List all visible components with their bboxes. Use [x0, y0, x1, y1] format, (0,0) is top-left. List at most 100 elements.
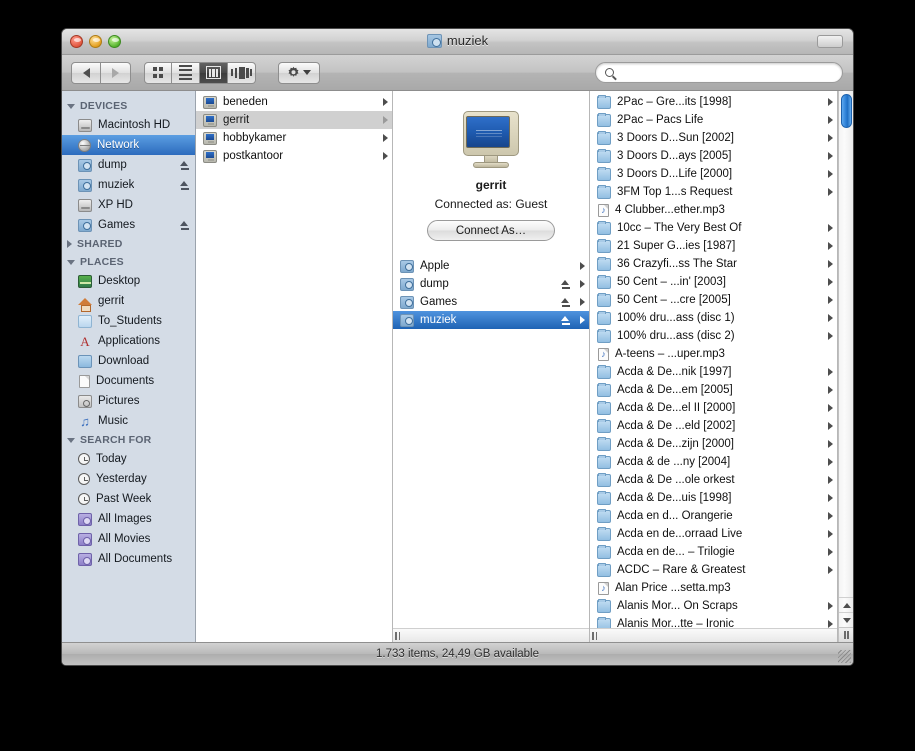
- list-item[interactable]: 50 Cent – ...in' [2003]: [590, 273, 837, 291]
- connect-as-button[interactable]: Connect As…: [427, 220, 555, 241]
- resize-corner[interactable]: [838, 650, 851, 663]
- list-item[interactable]: 2Pac – Gre...its [1998]: [590, 93, 837, 111]
- list-item[interactable]: Acda & De...nik [1997]: [590, 363, 837, 381]
- sidebar-item-all-documents[interactable]: All Documents: [62, 549, 195, 569]
- column3-rows: 2Pac – Gre...its [1998] 2Pac – Pacs Life 3…: [590, 91, 837, 642]
- eject-icon[interactable]: [180, 220, 189, 230]
- list-item[interactable]: Acda & De...el II [2000]: [590, 399, 837, 417]
- folder-icon: [597, 256, 611, 271]
- list-item[interactable]: 3 Doors D...Life [2000]: [590, 165, 837, 183]
- sidebar-item-today[interactable]: Today: [62, 449, 195, 469]
- vertical-scrollbar[interactable]: [838, 91, 853, 642]
- eject-icon[interactable]: [561, 279, 570, 289]
- forward-button[interactable]: [101, 61, 131, 84]
- list-item[interactable]: 3FM Top 1...s Request: [590, 183, 837, 201]
- icon-view-button[interactable]: [144, 61, 172, 84]
- sidebar-item-macintosh-hd[interactable]: Macintosh HD: [62, 115, 195, 135]
- list-item[interactable]: 100% dru...ass (disc 2): [590, 327, 837, 345]
- list-item[interactable]: 100% dru...ass (disc 1): [590, 309, 837, 327]
- window-titlebar[interactable]: muziek: [62, 29, 853, 55]
- sidebar-item-xp-hd[interactable]: XP HD: [62, 195, 195, 215]
- sidebar-section-devices[interactable]: DEVICES: [62, 97, 195, 115]
- sidebar-item-pictures[interactable]: Pictures: [62, 391, 195, 411]
- eject-icon[interactable]: [561, 315, 570, 325]
- sidebar-item-yesterday[interactable]: Yesterday: [62, 469, 195, 489]
- list-item[interactable]: ♪ 4 Clubber...ether.mp3: [590, 201, 837, 219]
- list-item[interactable]: 50 Cent – ...cre [2005]: [590, 291, 837, 309]
- list-item[interactable]: Acda & De ...ole orkest: [590, 471, 837, 489]
- list-item[interactable]: Acda & De...em [2005]: [590, 381, 837, 399]
- list-item-label: 50 Cent – ...cre [2005]: [617, 294, 731, 306]
- sidebar-item-music[interactable]: ♫ Music: [62, 411, 195, 431]
- list-item[interactable]: postkantoor: [196, 147, 392, 165]
- sidebar-item-muziek[interactable]: muziek: [62, 175, 195, 195]
- sidebar-item-all-movies[interactable]: All Movies: [62, 529, 195, 549]
- sidebar-section-search-for[interactable]: SEARCH FOR: [62, 431, 195, 449]
- sidebar-item-network[interactable]: Network: [62, 135, 195, 155]
- sidebar-item-gerrit[interactable]: gerrit: [62, 291, 195, 312]
- toolbar-toggle-button[interactable]: [817, 35, 843, 48]
- list-item[interactable]: 3 Doors D...ays [2005]: [590, 147, 837, 165]
- sidebar-item-all-images[interactable]: All Images: [62, 509, 195, 529]
- sidebar-item-label: All Images: [98, 513, 152, 525]
- computer-icon: [203, 95, 217, 109]
- list-item[interactable]: muziek: [393, 311, 589, 329]
- sidebar-item-dump[interactable]: dump: [62, 155, 195, 175]
- sidebar-item-label: Past Week: [96, 493, 152, 505]
- list-item[interactable]: ♪ Alan Price ...setta.mp3: [590, 579, 837, 597]
- sidebar-item-desktop[interactable]: Desktop: [62, 271, 195, 291]
- sidebar-section-places[interactable]: PLACES: [62, 253, 195, 271]
- sidebar-item-label: Applications: [98, 335, 161, 347]
- list-view-button[interactable]: [172, 61, 200, 84]
- list-item[interactable]: hobbykamer: [196, 129, 392, 147]
- column-view-button[interactable]: [200, 61, 228, 84]
- disclosure-arrow-icon: [828, 566, 833, 574]
- sidebar-item-past-week[interactable]: Past Week: [62, 489, 195, 509]
- sidebar-item-documents[interactable]: Documents: [62, 371, 195, 391]
- action-menu-button[interactable]: [278, 61, 320, 84]
- search-input[interactable]: [619, 66, 833, 79]
- list-item[interactable]: Games: [393, 293, 589, 311]
- scrollbar-thumb[interactable]: [841, 94, 852, 128]
- list-item[interactable]: 21 Super G...ies [1987]: [590, 237, 837, 255]
- folder-icon: [78, 354, 92, 368]
- sidebar-item-games[interactable]: Games: [62, 215, 195, 235]
- list-item[interactable]: 10cc – The Very Best Of: [590, 219, 837, 237]
- coverflow-view-button[interactable]: [228, 61, 256, 84]
- eject-icon[interactable]: [561, 297, 570, 307]
- scroll-down-button[interactable]: [839, 612, 853, 627]
- list-item[interactable]: 36 Crazyfi...ss The Star: [590, 255, 837, 273]
- list-item[interactable]: dump: [393, 275, 589, 293]
- list-item[interactable]: Acda en de... – Trilogie: [590, 543, 837, 561]
- column-resize-handle-right[interactable]: [590, 628, 837, 642]
- list-item[interactable]: Acda en d... Orangerie: [590, 507, 837, 525]
- column-resize-handle-left[interactable]: [393, 628, 589, 642]
- list-item[interactable]: 2Pac – Pacs Life: [590, 111, 837, 129]
- sidebar-item-download[interactable]: Download: [62, 351, 195, 371]
- list-item[interactable]: beneden: [196, 93, 392, 111]
- list-item[interactable]: Acda & De...uis [1998]: [590, 489, 837, 507]
- list-item[interactable]: Acda & De ...eld [2002]: [590, 417, 837, 435]
- sidebar-item-applications[interactable]: A Applications: [62, 331, 195, 351]
- folder-icon: [597, 238, 611, 253]
- scroll-up-button[interactable]: [839, 597, 853, 612]
- list-item[interactable]: Acda en de...orraad Live: [590, 525, 837, 543]
- eject-icon[interactable]: [180, 160, 189, 170]
- eject-icon[interactable]: [180, 180, 189, 190]
- list-item[interactable]: gerrit: [196, 111, 392, 129]
- sidebar-item-to-students[interactable]: To_Students: [62, 311, 195, 331]
- back-button[interactable]: [71, 61, 101, 84]
- chevron-right-icon: [112, 67, 119, 78]
- list-item[interactable]: ACDC – Rare & Greatest: [590, 561, 837, 579]
- scrollbar-resize-grip[interactable]: [839, 627, 853, 642]
- list-item-label: 10cc – The Very Best Of: [617, 222, 742, 234]
- list-item[interactable]: Acda & de ...ny [2004]: [590, 453, 837, 471]
- list-item[interactable]: Acda & De...zijn [2000]: [590, 435, 837, 453]
- search-field[interactable]: [595, 62, 843, 83]
- list-item[interactable]: 3 Doors D...Sun [2002]: [590, 129, 837, 147]
- sidebar-section-shared[interactable]: SHARED: [62, 235, 195, 253]
- list-item[interactable]: Alanis Mor... On Scraps: [590, 597, 837, 615]
- list-item[interactable]: ♪ A-teens – ...uper.mp3: [590, 345, 837, 363]
- list-item[interactable]: Apple: [393, 257, 589, 275]
- clock-icon: [78, 493, 90, 505]
